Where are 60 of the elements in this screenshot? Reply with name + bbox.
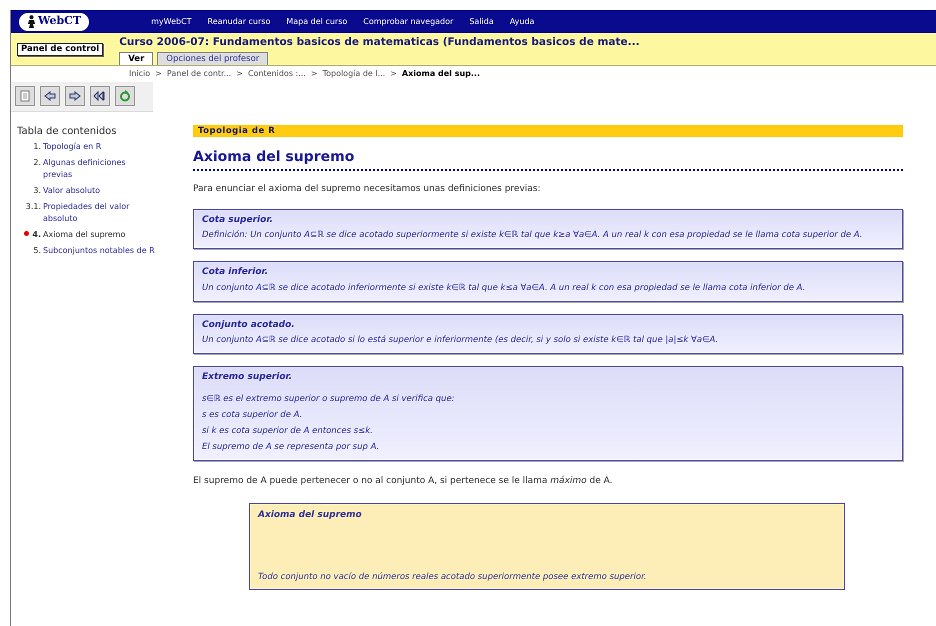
axiom-text: Todo conjunto no vacío de números reales acotado superiormente posee extremo superior. <box>258 571 648 584</box>
nav-link[interactable]: Comprobar navegador <box>363 16 454 28</box>
breadcrumb-separator: > <box>155 68 162 80</box>
section-banner: Topologia de R <box>193 125 903 137</box>
toc-number: 2. <box>33 157 41 169</box>
definition-text: Un conjunto A⊆ℝ se dice acotado inferiormente si existe k∈ℝ tal que k≤a ∀a∈A. A un real k con esa propiedad se le llama cota inferior de A. <box>202 282 806 294</box>
breadcrumb-link[interactable]: Contenidos :... <box>248 68 306 80</box>
toc-number: 4. <box>32 229 41 241</box>
toc-number: 3.1. <box>26 201 41 213</box>
breadcrumb-separator: > <box>236 68 243 80</box>
toolbar-button[interactable] <box>90 86 110 106</box>
course-title: Curso 2006-07: Fundamentos basicos de matematicas (Fundamentos basicos de mate... <box>119 35 640 50</box>
breadcrumb-link[interactable]: Topología de l... <box>322 68 386 80</box>
breadcrumb-link[interactable]: Inicio <box>129 68 150 80</box>
control-panel-button[interactable]: Panel de control <box>17 43 104 56</box>
nav-link[interactable]: Salida <box>469 16 494 28</box>
toc-link[interactable]: Topología en R <box>43 141 102 153</box>
toc-link[interactable]: Valor absoluto <box>43 185 100 197</box>
definition-text: El supremo de A se representa por sup A. <box>202 440 380 454</box>
refresh-icon <box>118 89 132 103</box>
tab[interactable]: Opciones del profesor <box>157 52 268 65</box>
breadcrumb-separator: > <box>390 68 397 80</box>
breadcrumb-link[interactable]: Panel de contr... <box>166 68 232 80</box>
toc-title: Tabla de contenidos <box>17 125 118 139</box>
paragraph: Para enunciar el axioma del supremo necesitamos unas definiciones previas: <box>193 183 542 196</box>
toc-link[interactable]: Axioma del supremo <box>43 229 126 241</box>
paragraph: El supremo de A puede pertenecer o no al conjunto A, si pertenece se le llama máximo de A. <box>193 474 614 488</box>
toc-number: 5. <box>33 245 41 257</box>
definition-title: Cota superior. <box>202 214 274 226</box>
breadcrumb-current: Axioma del sup... <box>402 68 480 80</box>
right-arrow-icon <box>68 89 82 103</box>
toolbar-button[interactable] <box>65 86 85 106</box>
nav-link[interactable]: Mapa del curso <box>286 16 348 28</box>
page-heading: Axioma del supremo <box>193 147 903 171</box>
page-icon <box>18 89 32 103</box>
toc-number: 1. <box>33 141 41 153</box>
definition-text: s∈ℝ es el extremo superior o supremo de A si verifica que: <box>202 392 456 406</box>
toc-link[interactable]: Propiedades del valor absoluto <box>43 201 155 225</box>
definition-text: s es cota superior de A. <box>202 408 304 422</box>
nav-link[interactable]: Reanudar curso <box>208 16 270 28</box>
definition-text: Un conjunto A⊆ℝ se dice acotado si lo está superior e inferiormente (es decir, si y solo si existe k∈ℝ tal que |a|≤k ∀a∈A. <box>202 334 720 347</box>
axiom-title: Axioma del supremo <box>258 509 363 522</box>
definition-text: Definición: Un conjunto A⊆ℝ se dice acotado superiormente si existe k∈ℝ tal que k≥a ∀a∈A. A un real k con esa propiedad se le llama cota superior de A. <box>202 229 864 242</box>
breadcrumb-separator: > <box>310 68 318 80</box>
toolbar-button[interactable] <box>40 86 60 106</box>
toc-link[interactable]: Subconjuntos notables de R <box>43 245 155 257</box>
definition-title: Conjunto acotado. <box>202 318 296 332</box>
toc-link[interactable]: Algunas definiciones previas <box>43 157 155 181</box>
toolbar-button[interactable] <box>15 86 35 106</box>
logo[interactable]: WebCT <box>19 12 90 30</box>
tab[interactable]: Ver <box>119 52 154 65</box>
nav-link[interactable]: Ayuda <box>510 16 534 28</box>
double-left-arrow-icon <box>93 89 107 103</box>
definition-title: Extremo superior. <box>202 371 294 384</box>
toc-number: 3. <box>33 185 41 197</box>
left-arrow-icon <box>43 89 57 103</box>
definition-title: Cota inferior. <box>202 266 270 279</box>
nav-link[interactable]: myWebCT <box>151 16 192 28</box>
definition-text: si k es cota superior de A entonces s≤k. <box>202 424 374 438</box>
figure-icon <box>27 15 36 28</box>
